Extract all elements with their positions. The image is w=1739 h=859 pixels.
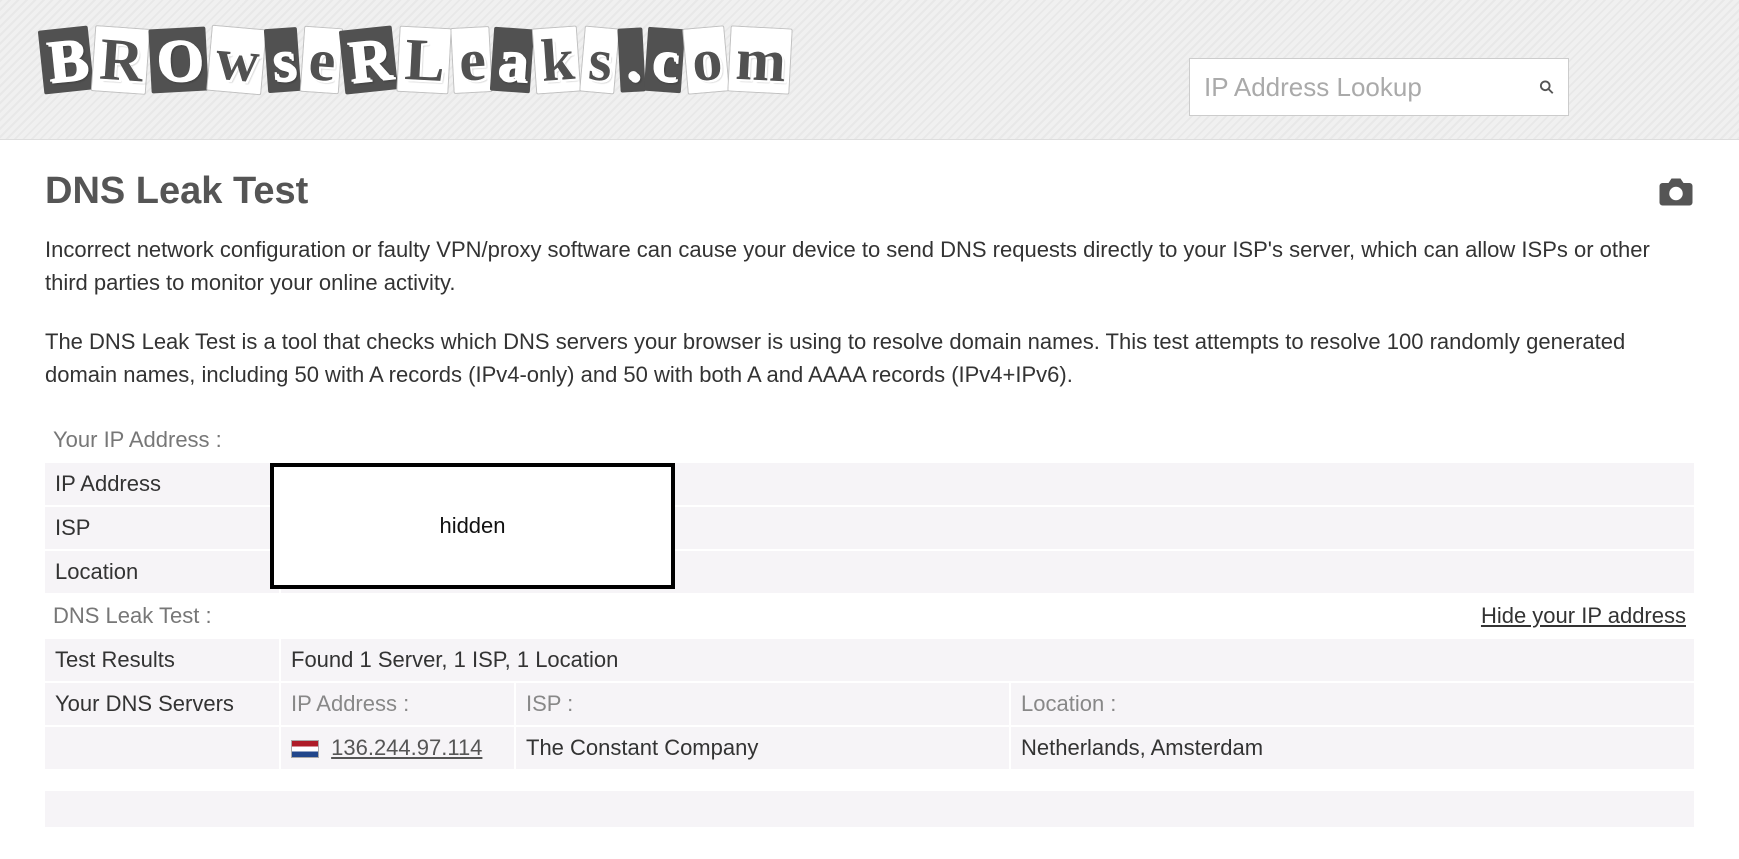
col-ip-header: IP Address :	[280, 682, 515, 726]
hide-ip-link[interactable]: Hide your IP address	[1481, 603, 1686, 629]
page-title: DNS Leak Test	[45, 170, 308, 213]
camera-icon[interactable]	[1658, 177, 1694, 207]
location-label: Location	[45, 550, 280, 593]
flag-nl-icon	[291, 740, 319, 758]
empty-cell	[45, 726, 280, 769]
col-isp-header: ISP :	[515, 682, 1010, 726]
table-row: Your DNS Servers IP Address : ISP : Loca…	[45, 682, 1694, 726]
dns-servers-label: Your DNS Servers	[45, 682, 280, 726]
ip-address-value	[280, 463, 1694, 506]
test-results-value: Found 1 Server, 1 ISP, 1 Location	[280, 639, 1694, 682]
site-header: BROwseRLeaks.com	[0, 0, 1739, 140]
dns-info-table: Test Results Found 1 Server, 1 ISP, 1 Lo…	[45, 639, 1694, 769]
table-row: ISP	[45, 506, 1694, 550]
test-results-label: Test Results	[45, 639, 280, 682]
isp-value	[280, 506, 1694, 550]
search-box	[1189, 58, 1569, 116]
main-content: DNS Leak Test Incorrect network configur…	[0, 140, 1739, 837]
intro-text: Incorrect network configuration or fault…	[45, 233, 1694, 391]
intro-paragraph-1: Incorrect network configuration or fault…	[45, 233, 1694, 299]
search-icon[interactable]	[1539, 72, 1554, 102]
location-value	[280, 550, 1694, 593]
table-row: Location	[45, 550, 1694, 593]
dns-server-ip-cell: 136.244.97.114	[280, 726, 515, 769]
ip-address-label: IP Address	[45, 463, 280, 506]
ip-info-table: IP Address ISP Location	[45, 463, 1694, 593]
col-location-header: Location :	[1010, 682, 1694, 726]
dns-section-header-row: DNS Leak Test : Hide your IP address	[45, 593, 1694, 639]
search-input[interactable]	[1204, 72, 1539, 103]
table-row: IP Address	[45, 463, 1694, 506]
table-row: 136.244.97.114 The Constant Company Neth…	[45, 726, 1694, 769]
footer-spacer	[45, 791, 1694, 827]
dns-server-location: Netherlands, Amsterdam	[1010, 726, 1694, 769]
dns-section-header: DNS Leak Test :	[53, 603, 212, 629]
isp-label: ISP	[45, 506, 280, 550]
dns-server-ip-link[interactable]: 136.244.97.114	[331, 735, 482, 760]
table-row: Test Results Found 1 Server, 1 ISP, 1 Lo…	[45, 639, 1694, 682]
dns-server-isp: The Constant Company	[515, 726, 1010, 769]
intro-paragraph-2: The DNS Leak Test is a tool that checks …	[45, 325, 1694, 391]
ip-section-header: Your IP Address :	[45, 417, 1694, 463]
site-logo[interactable]: BROwseRLeaks.com	[40, 10, 792, 110]
